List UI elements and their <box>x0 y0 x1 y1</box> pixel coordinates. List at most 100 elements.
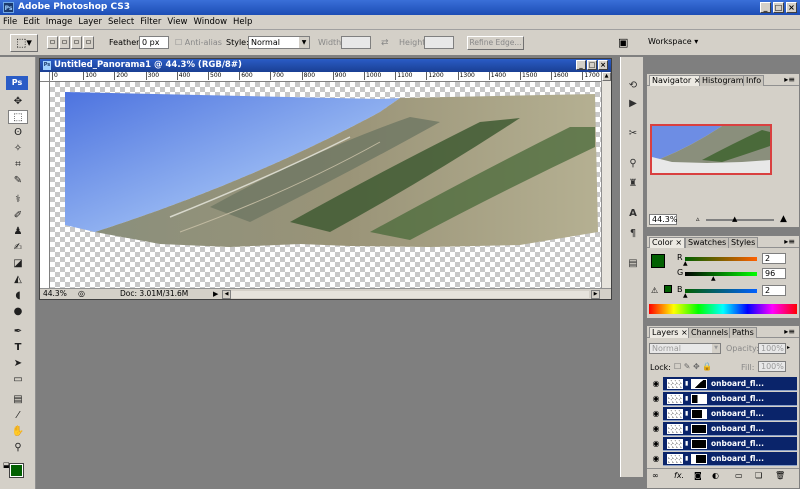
character-panel-icon[interactable]: A <box>626 207 640 221</box>
foreground-color-swatch[interactable] <box>9 463 24 478</box>
dodge-tool-icon[interactable]: ● <box>8 305 28 319</box>
zoom-out-icon[interactable]: ▵ <box>696 215 700 223</box>
layer-row[interactable]: ◉ ▮ onboard_fl... <box>649 422 797 436</box>
tab-histogram[interactable]: Histogram <box>699 75 747 86</box>
paragraph-panel-icon[interactable]: ¶ <box>626 227 640 241</box>
clone-stamp-tool-icon[interactable]: ♟ <box>8 225 28 239</box>
history-panel-icon[interactable]: ⟲ <box>626 79 640 93</box>
layer-mask-thumbnail[interactable] <box>691 379 707 389</box>
close-button[interactable]: × <box>786 2 797 13</box>
doc-minimize-button[interactable]: _ <box>576 60 586 70</box>
channel-r-input[interactable]: 2 <box>762 253 786 264</box>
tab-navigator[interactable]: Navigator × <box>649 75 704 86</box>
tab-layers[interactable]: Layers × <box>649 327 691 338</box>
status-info-icon[interactable]: ◎ <box>78 289 85 299</box>
layer-row[interactable]: ◉ ▮ onboard_fl... <box>649 392 797 406</box>
tab-paths[interactable]: Paths <box>729 327 757 338</box>
ruler-origin[interactable] <box>40 72 50 82</box>
navigator-zoom-input[interactable]: 44.3% <box>649 214 677 225</box>
doc-maximize-button[interactable]: □ <box>587 60 597 70</box>
doc-close-button[interactable]: × <box>598 60 608 70</box>
menu-window[interactable]: Window <box>191 15 231 29</box>
tab-channels[interactable]: Channels <box>688 327 732 338</box>
visibility-eye-icon[interactable]: ◉ <box>649 437 663 451</box>
visibility-eye-icon[interactable]: ◉ <box>649 422 663 436</box>
channel-g-thumb[interactable]: ▲ <box>711 275 716 282</box>
layer-comps-icon[interactable]: ▤ <box>626 257 640 271</box>
layer-mask-thumbnail[interactable] <box>691 424 707 434</box>
link-layers-icon[interactable]: ∞ <box>652 471 659 480</box>
eraser-tool-icon[interactable]: ◪ <box>8 257 28 271</box>
path-select-tool-icon[interactable]: ➤ <box>8 357 28 371</box>
blend-mode-select[interactable]: Normal ▼ <box>649 343 721 354</box>
tool-presets-icon[interactable]: ✂ <box>626 127 640 141</box>
menu-view[interactable]: View <box>164 15 190 29</box>
minimize-button[interactable]: _ <box>760 2 771 13</box>
delete-layer-icon[interactable]: 🗑 <box>775 471 785 480</box>
visibility-eye-icon[interactable]: ◉ <box>649 377 663 391</box>
opacity-arrow-icon[interactable]: ▸ <box>787 344 790 351</box>
channel-b-slider[interactable] <box>685 289 757 293</box>
eyedropper-tool-icon[interactable]: ⁄ <box>8 409 28 423</box>
lasso-tool-icon[interactable]: ʘ <box>8 126 28 140</box>
gamut-warning-icon[interactable]: ⚠ <box>651 286 658 295</box>
notes-tool-icon[interactable]: ▤ <box>8 393 28 407</box>
layer-row[interactable]: ◉ ▮ onboard_fl... <box>649 377 797 391</box>
panel-menu-icon[interactable]: ▸≡ <box>784 327 795 336</box>
visibility-eye-icon[interactable]: ◉ <box>649 452 663 466</box>
layer-row[interactable]: ◉ ▮ onboard_fl... <box>649 452 797 466</box>
menu-select[interactable]: Select <box>105 15 137 29</box>
opacity-input[interactable]: 100% <box>758 343 786 354</box>
zoom-slider-thumb[interactable]: ▲ <box>732 215 737 223</box>
color-spectrum-bar[interactable] <box>649 304 797 314</box>
scroll-up-arrow-icon[interactable]: ▲ <box>602 72 611 81</box>
zoom-in-icon[interactable]: ▲ <box>780 214 787 224</box>
new-group-icon[interactable]: ▭ <box>735 471 743 480</box>
marquee-tool-icon[interactable]: ⬚ <box>8 110 28 124</box>
swap-dimensions-icon[interactable]: ⇄ <box>381 38 389 48</box>
vertical-scrollbar[interactable]: ▲ <box>601 72 611 288</box>
refine-edge-button[interactable]: Refine Edge... <box>467 36 524 50</box>
fg-color-swatch[interactable] <box>651 254 665 268</box>
clone-source-icon[interactable]: ♜ <box>626 177 640 191</box>
horizontal-scrollbar[interactable] <box>231 291 589 298</box>
fill-input[interactable]: 100% <box>758 361 786 372</box>
channel-b-input[interactable]: 2 <box>762 285 786 296</box>
channel-r-slider[interactable] <box>685 257 757 261</box>
channel-g-slider[interactable] <box>685 272 757 276</box>
scroll-left-arrow-icon[interactable]: ◀ <box>222 290 231 299</box>
paint-bucket-tool-icon[interactable]: ◭ <box>8 273 28 287</box>
actions-panel-icon[interactable]: ▶ <box>626 97 640 111</box>
healing-brush-tool-icon[interactable]: ⚕ <box>8 193 28 207</box>
visibility-eye-icon[interactable]: ◉ <box>649 392 663 406</box>
pen-tool-icon[interactable]: ✒ <box>8 325 28 339</box>
hand-tool-icon[interactable]: ✋ <box>8 425 28 439</box>
channel-r-thumb[interactable]: ▲ <box>683 260 688 267</box>
menu-layer[interactable]: Layer <box>75 15 105 29</box>
navigator-preview[interactable] <box>650 124 772 175</box>
subtract-selection-button[interactable]: ▫ <box>71 36 82 49</box>
style-select[interactable]: Normal ▼ <box>248 36 310 49</box>
tab-styles[interactable]: Styles <box>728 237 759 248</box>
slice-tool-icon[interactable]: ✎ <box>8 174 28 188</box>
layer-mask-thumbnail[interactable] <box>691 454 707 464</box>
horizontal-ruler[interactable]: 0 100 200 300 400 500 600 700 800 900 1000 1100 1200… <box>50 72 601 82</box>
lock-icons[interactable]: ☐ ✎ ✥ 🔒 <box>674 362 712 371</box>
adjustment-layer-icon[interactable]: ◐ <box>712 471 719 480</box>
status-menu-arrow-icon[interactable]: ▶ <box>213 289 218 299</box>
feather-input[interactable]: 0 px <box>139 36 169 49</box>
gamut-color-swatch[interactable] <box>664 285 672 293</box>
menu-help[interactable]: Help <box>230 15 255 29</box>
menu-filter[interactable]: Filter <box>137 15 164 29</box>
add-selection-button[interactable]: ▫ <box>59 36 70 49</box>
layer-row[interactable]: ◉ ▮ onboard_fl... <box>649 437 797 451</box>
marquee-preset-picker[interactable]: ⬚▾ <box>10 34 38 52</box>
height-input[interactable] <box>424 36 454 49</box>
crop-tool-icon[interactable]: ⌗ <box>8 158 28 172</box>
menu-image[interactable]: Image <box>43 15 76 29</box>
blur-tool-icon[interactable]: ◖ <box>8 289 28 303</box>
menu-edit[interactable]: Edit <box>20 15 42 29</box>
tab-color[interactable]: Color × <box>649 237 686 248</box>
tab-swatches[interactable]: Swatches <box>685 237 730 248</box>
move-tool-icon[interactable]: ✥ <box>8 95 28 109</box>
